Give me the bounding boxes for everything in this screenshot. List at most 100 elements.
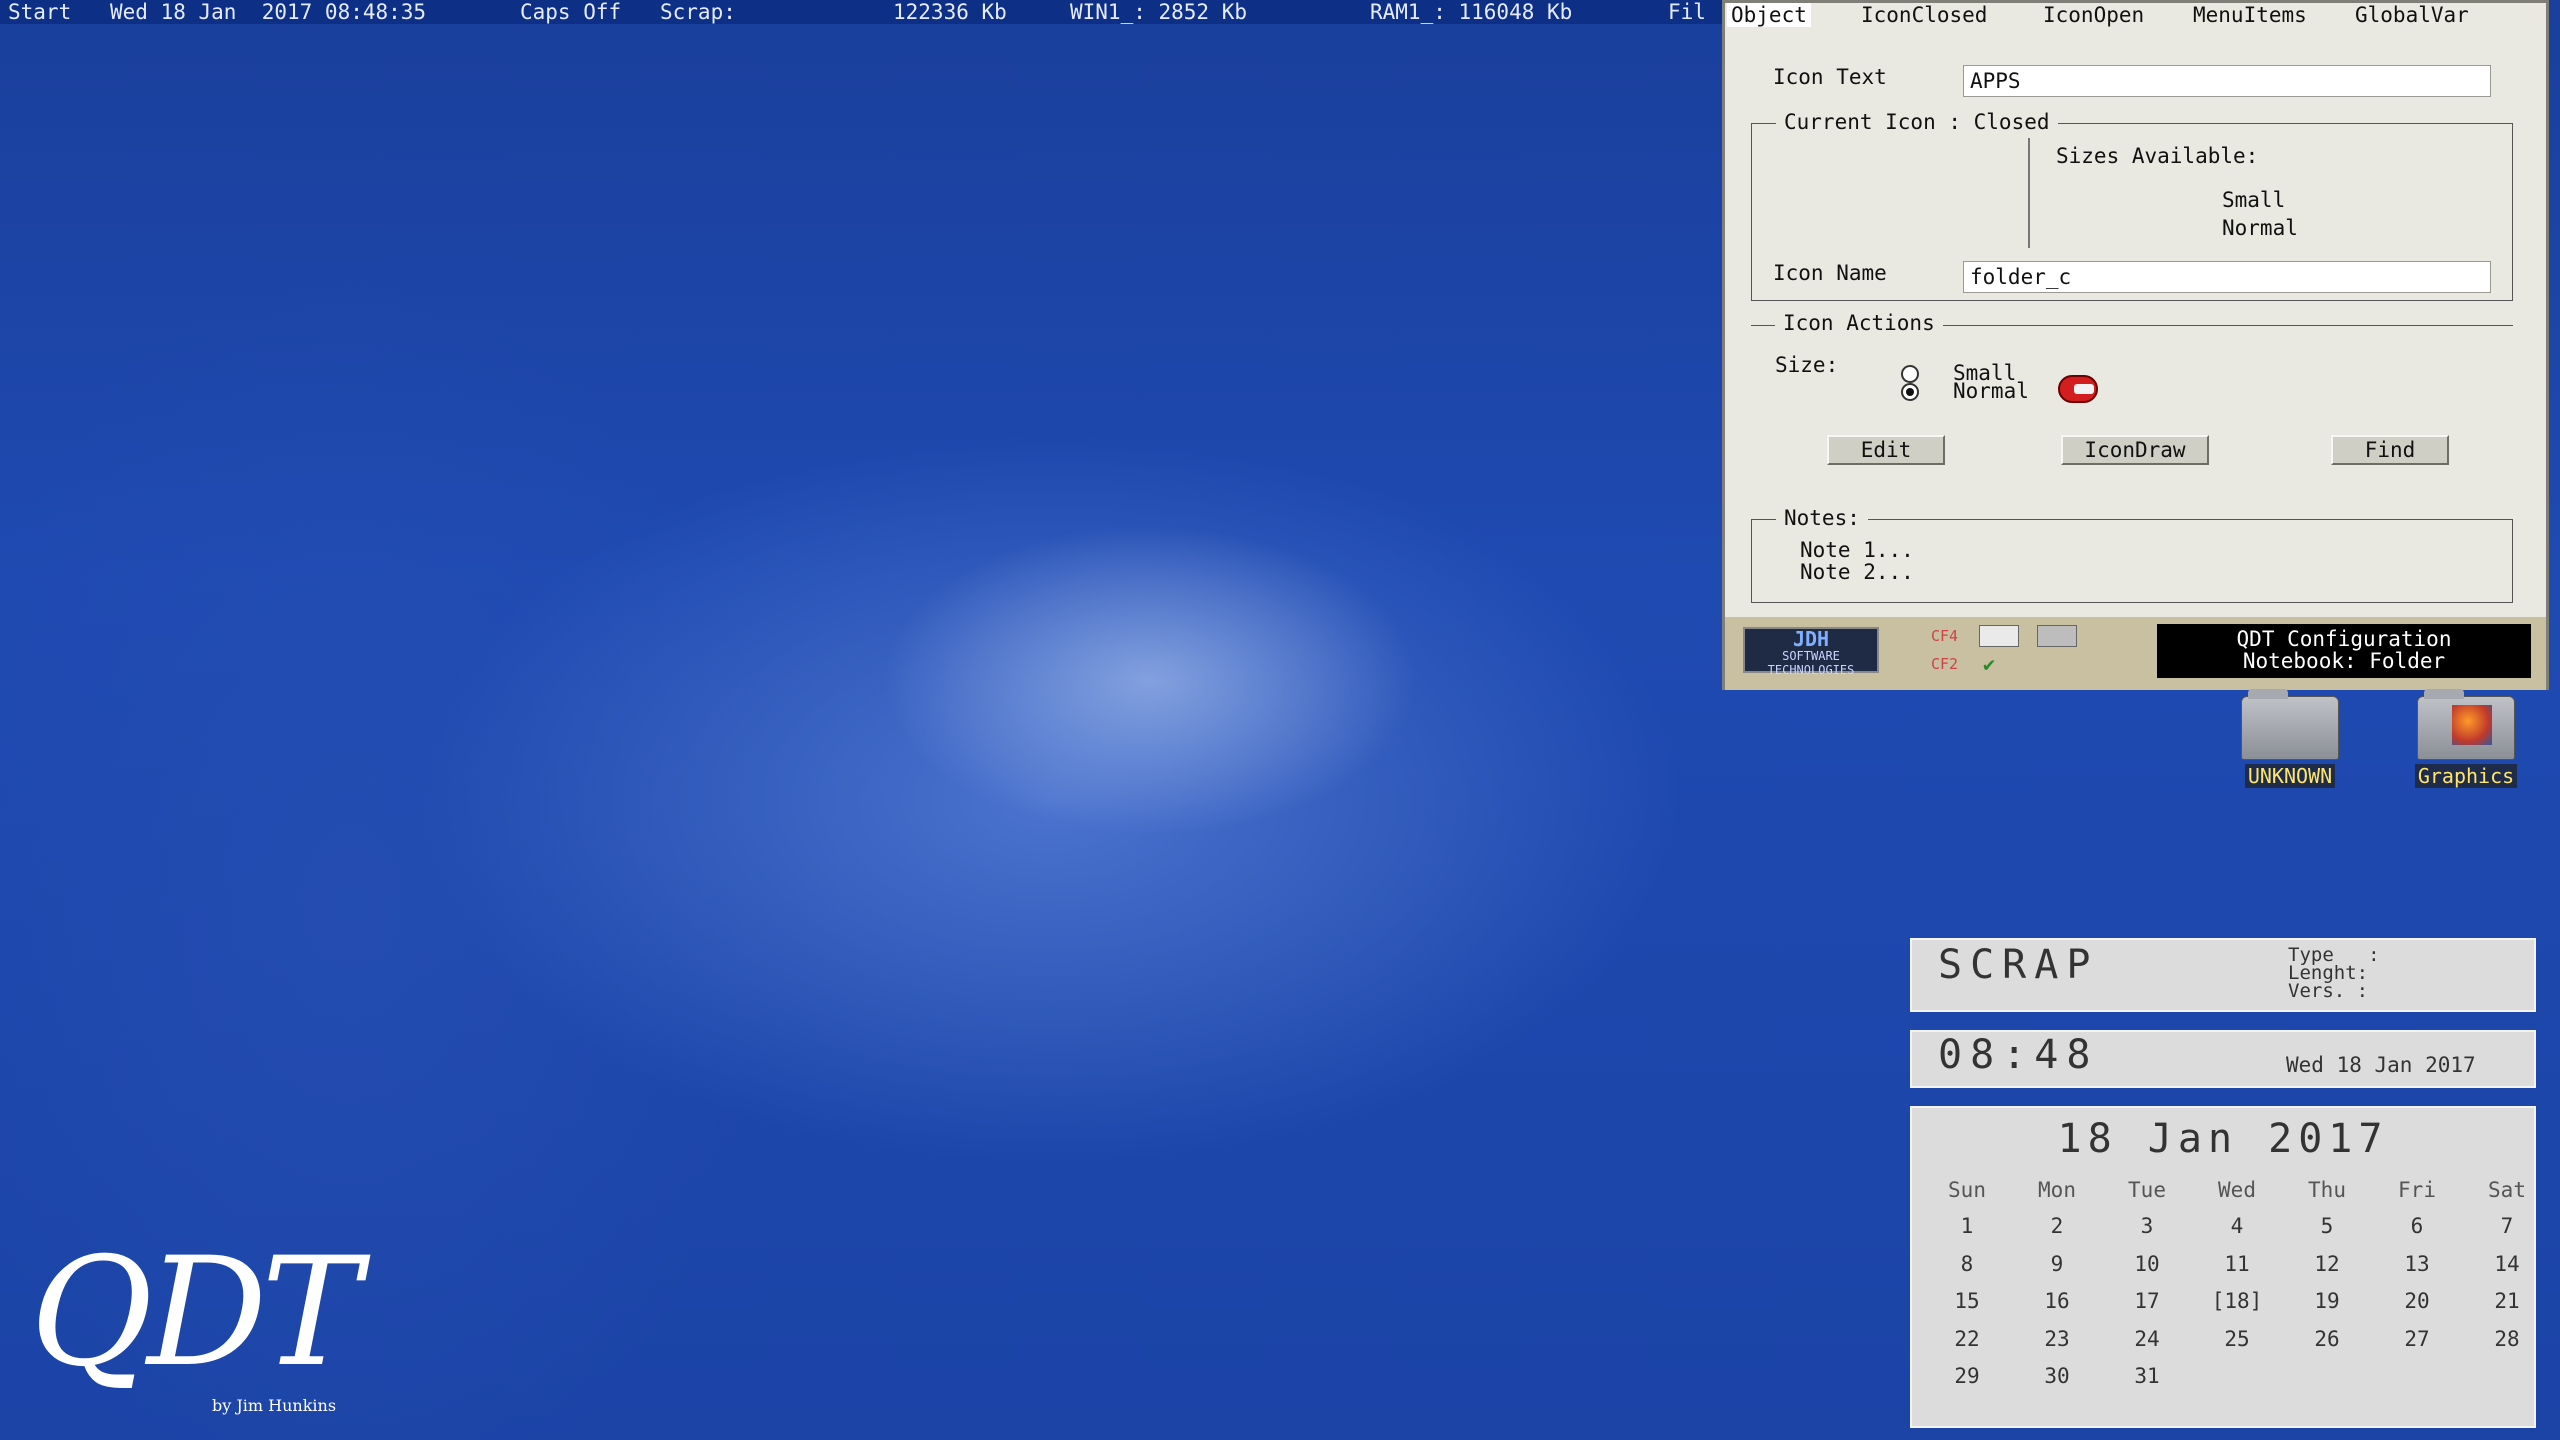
notebook-footer: JDH SOFTWARE TECHNOLOGIES CF4 CF2 ✔ QDT … [1725, 617, 2546, 690]
radio-normal[interactable] [1901, 383, 1919, 401]
calendar-day[interactable]: 26 [2292, 1327, 2362, 1351]
caps-status: Caps Off [520, 0, 622, 24]
folder-icon [2241, 689, 2339, 760]
calendar-day[interactable]: 28 [2472, 1327, 2542, 1351]
size-normal-item[interactable]: Normal [2222, 216, 2298, 240]
note-1[interactable]: Note 1... [1800, 538, 1914, 562]
calendar-day[interactable]: 22 [1932, 1327, 2002, 1351]
calendar-day[interactable]: 25 [2202, 1327, 2272, 1351]
calendar-weekday: Fri [2398, 1178, 2436, 1202]
scrap-panel[interactable]: SCRAP Type : Lenght: Vers. : [1910, 938, 2536, 1012]
calendar-day[interactable]: 11 [2202, 1252, 2272, 1276]
icon-text-field[interactable]: APPS [1963, 65, 2491, 97]
calendar-day[interactable]: 9 [2022, 1252, 2092, 1276]
calendar-day[interactable]: 29 [1932, 1364, 2002, 1388]
calendar-day[interactable]: 17 [2112, 1289, 2182, 1313]
desktop-icon-graphics[interactable]: Graphics [2406, 689, 2526, 788]
calendar-day[interactable]: 20 [2382, 1289, 2452, 1313]
calendar-day[interactable]: 21 [2472, 1289, 2542, 1313]
calendar-day[interactable]: 27 [2382, 1327, 2452, 1351]
logo-byline: by Jim Hunkins [212, 1396, 337, 1415]
magnet-icon [2058, 375, 2098, 403]
calendar-weekday: Mon [2038, 1178, 2076, 1202]
clock-date: Wed 18 Jan 2017 [2286, 1053, 2476, 1077]
qdt-logo: QDT by Jim Hunkins [30, 1226, 361, 1415]
jdh-logo-mid: SOFTWARE [1782, 649, 1840, 663]
find-button[interactable]: Find [2331, 435, 2449, 465]
scrap-status: Scrap: [660, 0, 736, 24]
calendar-day[interactable]: 31 [2112, 1364, 2182, 1388]
logo-text: QDT [30, 1226, 361, 1400]
calendar-day[interactable]: 14 [2472, 1252, 2542, 1276]
icondraw-button[interactable]: IconDraw [2061, 435, 2209, 465]
note-2[interactable]: Note 2... [1800, 560, 1914, 584]
cf4-label: CF4 [1931, 627, 1959, 645]
keyboard-icon[interactable] [2037, 625, 2077, 647]
cf2-label: CF2 [1931, 655, 1959, 673]
calendar-day[interactable]: 13 [2382, 1252, 2452, 1276]
configuration-status: QDT Configuration Notebook: Folder [2157, 624, 2531, 678]
size-small-item[interactable]: Small [2222, 188, 2285, 212]
calendar-weekday: Thu [2308, 1178, 2346, 1202]
clock-time: 08:48 [1938, 1032, 2099, 1078]
notes-title: Notes: [1776, 506, 1868, 530]
jdh-logo-top: JDH [1792, 627, 1830, 651]
calendar-day[interactable]: 23 [2022, 1327, 2092, 1351]
win1-status: WIN1_: 2852 Kb [1070, 0, 1248, 24]
datetime: Wed 18 Jan 2017 08:48:35 [110, 0, 427, 24]
start-menu[interactable]: Start [8, 0, 71, 24]
file-menu[interactable]: Fil [1668, 0, 1706, 24]
calendar-weekday: Wed [2218, 1178, 2256, 1202]
size-label: Size: [1775, 353, 1839, 377]
configuration-notebook-window: Object IconClosed IconOpen MenuItems Glo… [1722, 0, 2549, 690]
tab-menuitems[interactable]: MenuItems [2193, 3, 2307, 27]
calendar-day[interactable]: 10 [2112, 1252, 2182, 1276]
window-icon[interactable] [1979, 625, 2019, 647]
current-icon-title: Current Icon : Closed [1776, 110, 2058, 134]
calendar-day[interactable]: 6 [2382, 1214, 2452, 1238]
calendar-day[interactable]: 2 [2022, 1214, 2092, 1238]
divider [2028, 138, 2030, 248]
calendar-day[interactable]: 19 [2292, 1289, 2362, 1313]
calendar-weekday: Tue [2128, 1178, 2166, 1202]
scrap-title: SCRAP [1938, 942, 2099, 988]
calendar-day[interactable]: 4 [2202, 1214, 2272, 1238]
notebook-tabs: Object IconClosed IconOpen MenuItems Glo… [1725, 3, 2546, 27]
tab-object[interactable]: Object [1727, 3, 1811, 27]
scrap-version: Vers. : [2288, 980, 2369, 1002]
calendar-day[interactable]: 15 [1932, 1289, 2002, 1313]
calendar-day[interactable]: 1 [1932, 1214, 2002, 1238]
calendar-weekday: Sat [2488, 1178, 2526, 1202]
sizes-available-label: Sizes Available: [2056, 144, 2259, 168]
calendar-day[interactable]: 5 [2292, 1214, 2362, 1238]
calendar-day[interactable]: 16 [2022, 1289, 2092, 1313]
desktop-icon-unknown[interactable]: UNKNOWN [2230, 689, 2350, 788]
calendar-day[interactable]: [18] [2202, 1289, 2272, 1313]
radio-small[interactable] [1901, 365, 1919, 383]
memory-free: 122336 Kb [893, 0, 1007, 24]
calendar-day[interactable]: 7 [2472, 1214, 2542, 1238]
tab-globalvar[interactable]: GlobalVar [2355, 3, 2469, 27]
tab-iconopen[interactable]: IconOpen [2043, 3, 2144, 27]
desktop-icon-label: Graphics [2414, 764, 2518, 788]
icon-text-label: Icon Text [1773, 65, 1887, 89]
calendar-day[interactable]: 30 [2022, 1364, 2092, 1388]
calendar-day[interactable]: 24 [2112, 1327, 2182, 1351]
radio-normal-label: Normal [1953, 379, 2029, 403]
check-icon[interactable]: ✔ [1983, 653, 2007, 675]
icon-name-field[interactable]: folder_c [1963, 261, 2491, 293]
icon-actions-title: Icon Actions [1775, 311, 1943, 335]
calendar-title: 18 Jan 2017 [2057, 1116, 2389, 1162]
calendar-day[interactable]: 8 [1932, 1252, 2002, 1276]
calendar-panel: 18 Jan 2017 Sun Mon Tue Wed Thu Fri Sat 1 2 3 4 5 6 7… [1910, 1106, 2536, 1428]
calendar-day[interactable]: 12 [2292, 1252, 2362, 1276]
tab-iconclosed[interactable]: IconClosed [1861, 3, 1987, 27]
edit-button[interactable]: Edit [1827, 435, 1945, 465]
notes-frame: Notes: Note 1... Note 2... [1751, 506, 2513, 603]
desktop-icon-label: UNKNOWN [2244, 764, 2336, 788]
top-status-bar: Start Wed 18 Jan 2017 08:48:35 Caps Off … [0, 0, 1724, 24]
ram1-status: RAM1_: 116048 Kb [1370, 0, 1573, 24]
jdh-logo: JDH SOFTWARE TECHNOLOGIES [1743, 627, 1879, 677]
calendar-day[interactable]: 3 [2112, 1214, 2182, 1238]
graphics-folder-icon [2417, 689, 2515, 760]
